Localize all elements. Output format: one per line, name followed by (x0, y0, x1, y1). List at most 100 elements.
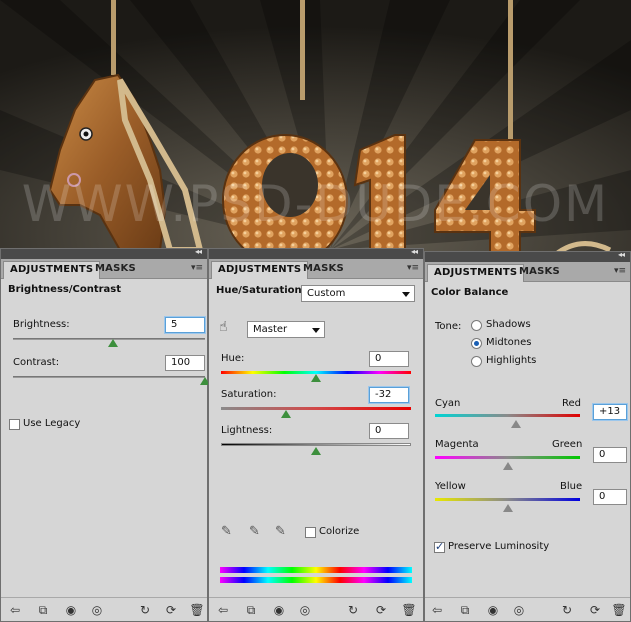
yellow-blue-slider[interactable] (435, 498, 580, 501)
panel-titlebar[interactable]: ◂◂ (1, 247, 207, 259)
view-previous-icon[interactable]: ↻ (345, 602, 361, 618)
collapse-icon[interactable]: ◂◂ (411, 247, 418, 256)
tab-adjustments[interactable]: ADJUSTMENTS (427, 264, 525, 282)
tone-radio-highlights[interactable] (471, 356, 482, 367)
back-arrow-icon[interactable]: ⇦ (429, 602, 445, 618)
collapse-icon[interactable]: ◂◂ (195, 247, 202, 256)
tab-masks[interactable]: MASKS (89, 261, 142, 279)
hue-slider-thumb[interactable] (311, 374, 321, 382)
tone-label: Tone: (435, 321, 462, 332)
hue-bar-bottom (220, 577, 412, 583)
mask-circle-icon[interactable]: ◉ (271, 602, 287, 618)
clip-layer-icon[interactable]: ⧉ (35, 602, 51, 618)
trash-icon[interactable]: 🗑 (189, 602, 205, 618)
collapse-icon[interactable]: ◂◂ (618, 250, 625, 259)
lightness-label: Lightness: (221, 425, 273, 436)
yellow-blue-slider-thumb[interactable] (502, 504, 513, 512)
lightness-slider-thumb[interactable] (311, 447, 321, 455)
saturation-label: Saturation: (221, 389, 277, 400)
hue-label: Hue: (221, 353, 245, 364)
preset-dropdown[interactable]: Custom (301, 285, 415, 302)
reset-icon[interactable]: ⟳ (373, 602, 389, 618)
panel-menu-icon[interactable]: ▾≡ (407, 263, 419, 273)
saturation-slider[interactable] (221, 407, 411, 410)
channel-value: Master (253, 324, 288, 335)
lightness-slider[interactable] (221, 443, 411, 446)
use-legacy-label: Use Legacy (23, 418, 81, 429)
magenta-green-slider-thumb[interactable] (502, 462, 513, 470)
contrast-slider[interactable] (13, 376, 205, 378)
eye-icon[interactable]: ◎ (89, 602, 105, 618)
colorize-label: Colorize (319, 526, 360, 537)
reset-icon[interactable]: ⟳ (587, 602, 603, 618)
use-legacy-checkbox[interactable] (9, 419, 20, 430)
saturation-field[interactable]: -32 (369, 387, 409, 403)
background-artwork: WWW.PSD-DUDE.COM (0, 0, 631, 260)
saturation-slider-thumb[interactable] (280, 410, 291, 418)
yellow-label: Yellow (435, 481, 466, 492)
panel-title: Color Balance (431, 287, 509, 298)
tab-adjustments[interactable]: ADJUSTMENTS (211, 261, 309, 279)
back-arrow-icon[interactable]: ⇦ (215, 602, 231, 618)
panel-titlebar[interactable]: ◂◂ (209, 247, 423, 259)
clip-layer-icon[interactable]: ⧉ (243, 602, 259, 618)
yellow-blue-field[interactable]: 0 (593, 489, 627, 505)
preset-value: Custom (307, 288, 346, 299)
eyedropper-plus-icon[interactable]: ✎ (249, 524, 260, 539)
cyan-red-field[interactable]: +13 (593, 404, 627, 420)
chevron-down-icon (312, 328, 320, 333)
eye-icon[interactable]: ◎ (297, 602, 313, 618)
view-previous-icon[interactable]: ↻ (559, 602, 575, 618)
panel-menu-icon[interactable]: ▾≡ (191, 263, 203, 273)
adjustments-panel-color-balance: ◂◂ ADJUSTMENTS MASKS ▾≡ Color Balance To… (424, 250, 631, 622)
panel-menu-icon[interactable]: ▾≡ (614, 266, 626, 276)
panel-tabbar: ADJUSTMENTS MASKS ▾≡ (425, 262, 630, 282)
blue-label: Blue (560, 481, 583, 492)
brightness-slider-thumb[interactable] (107, 339, 118, 347)
panel-bottom-toolbar: ⇦ ⧉ ◉ ◎ ↻ ⟳ 🗑 (209, 597, 423, 621)
hue-bar-top (220, 567, 412, 573)
clip-layer-icon[interactable]: ⧉ (457, 602, 473, 618)
red-label: Red (562, 398, 581, 409)
preserve-luminosity-label: Preserve Luminosity (448, 541, 550, 552)
chevron-down-icon (402, 292, 410, 297)
channel-dropdown[interactable]: Master (247, 321, 325, 338)
panel-title: Brightness/Contrast (8, 284, 122, 295)
contrast-field[interactable]: 100 (165, 355, 205, 371)
eyedropper-minus-icon[interactable]: ✎ (275, 524, 286, 539)
trash-icon[interactable]: 🗑 (401, 602, 417, 618)
panel-tabbar: ADJUSTMENTS MASKS ▾≡ (1, 259, 207, 279)
view-previous-icon[interactable]: ↻ (137, 602, 153, 618)
hue-field[interactable]: 0 (369, 351, 409, 367)
green-label: Green (552, 439, 583, 450)
tone-highlights-label: Highlights (486, 355, 537, 366)
colorize-checkbox[interactable] (305, 527, 316, 538)
tone-shadows-label: Shadows (486, 319, 531, 330)
tab-adjustments[interactable]: ADJUSTMENTS (3, 261, 101, 279)
panel-titlebar[interactable]: ◂◂ (425, 250, 630, 262)
tone-radio-midtones[interactable] (471, 338, 482, 349)
eye-icon[interactable]: ◎ (511, 602, 527, 618)
cyan-red-slider-thumb[interactable] (511, 420, 522, 428)
eyedropper-icon[interactable]: ✎ (221, 524, 232, 539)
brightness-field[interactable]: 5 (165, 317, 205, 333)
cyan-red-slider[interactable] (435, 414, 580, 417)
trash-icon[interactable]: 🗑 (611, 602, 627, 618)
tab-masks[interactable]: MASKS (297, 261, 350, 279)
tone-midtones-label: Midtones (486, 337, 532, 348)
panel-bottom-toolbar: ⇦ ⧉ ◉ ◎ ↻ ⟳ 🗑 (425, 597, 630, 621)
magenta-green-field[interactable]: 0 (593, 447, 627, 463)
panel-bottom-toolbar: ⇦ ⧉ ◉ ◎ ↻ ⟳ 🗑 (1, 597, 207, 621)
mask-circle-icon[interactable]: ◉ (63, 602, 79, 618)
brightness-label: Brightness: (13, 319, 70, 330)
preserve-luminosity-checkbox[interactable] (434, 540, 445, 553)
mask-circle-icon[interactable]: ◉ (485, 602, 501, 618)
targeted-adjustment-hand-icon[interactable]: ☝ (219, 319, 228, 335)
reset-icon[interactable]: ⟳ (163, 602, 179, 618)
lightness-field[interactable]: 0 (369, 423, 409, 439)
tab-masks[interactable]: MASKS (513, 264, 566, 282)
magenta-green-slider[interactable] (435, 456, 580, 459)
tone-radio-shadows[interactable] (471, 320, 482, 331)
magenta-label: Magenta (435, 439, 479, 450)
back-arrow-icon[interactable]: ⇦ (7, 602, 23, 618)
